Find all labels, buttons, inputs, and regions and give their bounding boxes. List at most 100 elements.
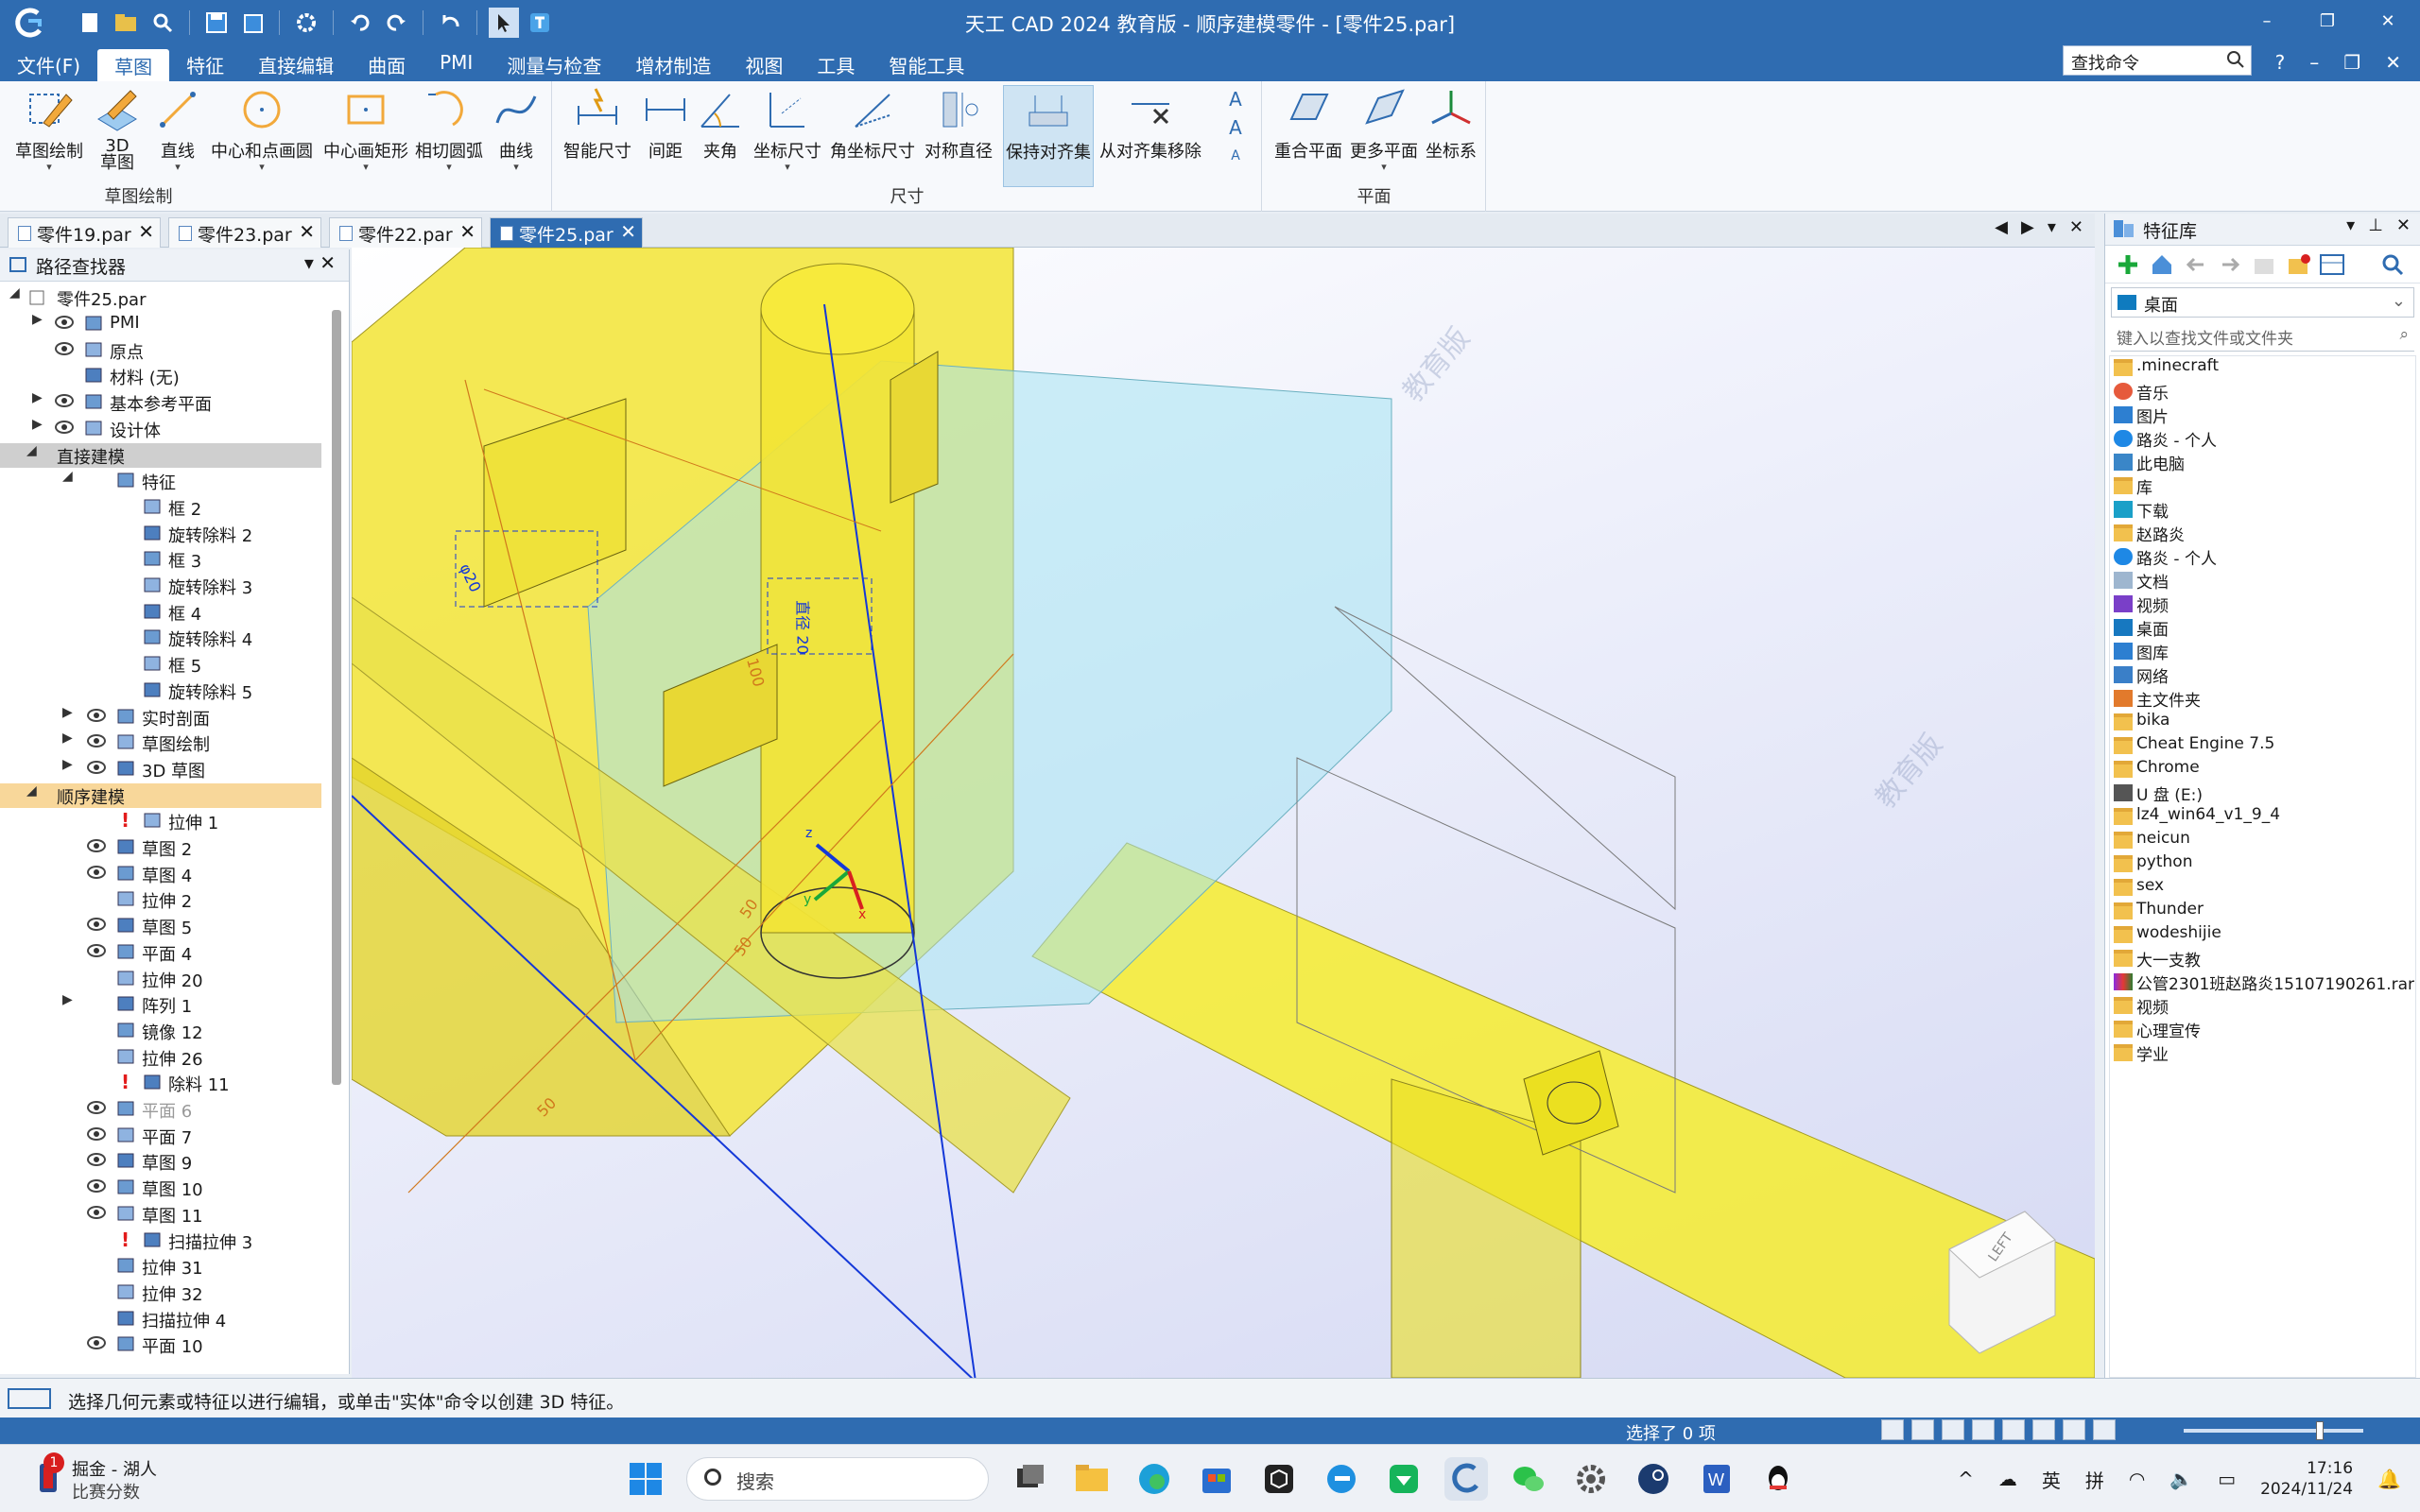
file-list-item[interactable]: 赵路炎 [2110,522,2415,545]
tree-item[interactable]: ! 除料 11 [0,1071,321,1095]
close-button[interactable]: ✕ [2375,8,2401,34]
tree-item[interactable]: 旋转除料 2 [0,522,321,546]
file-list-item[interactable]: 图片 [2110,404,2415,427]
doc-close-button[interactable]: ✕ [2385,51,2401,74]
pathfinder-scrollbar[interactable] [332,310,341,1085]
view-style-icon[interactable] [2032,1419,2055,1440]
3d-viewport[interactable]: φ20 直径 20 50 50 50 100 z y x 教育版 教育版 LEF… [352,248,2095,1378]
tree-item[interactable]: 拉伸 26 [0,1045,321,1070]
home-icon[interactable] [2149,251,2175,278]
view-rotate-icon[interactable] [2002,1419,2025,1440]
taskbar-search[interactable]: 搜索 [686,1457,989,1501]
file-list-item[interactable]: Chrome [2110,758,2415,782]
visibility-eye-icon[interactable] [87,708,106,722]
panel-close-icon[interactable]: ✕ [2396,215,2411,235]
close-tab-icon[interactable]: ✕ [459,220,475,243]
remove-from-alignment-set-button[interactable]: 从对齐集移除 [1098,85,1203,163]
file-list-item[interactable]: Cheat Engine 7.5 [2110,734,2415,758]
tab-pmi[interactable]: PMI [423,45,490,81]
text-style-small[interactable]: A [1219,142,1252,170]
curve-button[interactable]: 曲线 ▾ [488,85,544,172]
tree-item[interactable]: 拉伸 31 [0,1254,321,1279]
coordinate-system-button[interactable]: 坐标系 [1422,85,1480,163]
tree-item[interactable]: 框 4 [0,600,321,625]
panel-menu-icon[interactable]: ▾ [2346,215,2355,235]
menu-file[interactable]: 文件(F) [0,45,97,81]
epic-games-icon[interactable] [1257,1457,1301,1501]
center-rectangle-button[interactable]: 中心画矩形 ▾ [320,85,412,172]
file-list-item[interactable]: bika [2110,711,2415,734]
qq-icon[interactable] [1756,1457,1800,1501]
up-folder-icon[interactable] [2251,251,2277,278]
file-list-item[interactable]: 心理宣传 [2110,1018,2415,1041]
ime-pinyin[interactable]: 拼 [2085,1466,2104,1493]
back-arrow-icon[interactable] [2183,251,2209,278]
tree-item[interactable]: ▶ 设计体 [0,417,321,441]
coordinate-dimension-button[interactable]: 坐标尺寸 ▾ [750,85,825,172]
tree-item[interactable]: 镜像 12 [0,1019,321,1043]
visibility-eye-icon[interactable] [87,1153,106,1167]
angle-button[interactable]: 夹角 [695,85,746,163]
file-list-item[interactable]: 路炎 - 个人 [2110,427,2415,451]
visibility-eye-icon[interactable] [87,1336,106,1350]
visibility-eye-icon[interactable] [55,341,74,355]
doc-tab-part23[interactable]: 零件23.par ✕ [168,217,321,248]
doc-tab-part19[interactable]: 零件19.par ✕ [8,217,161,248]
tab-next-button[interactable]: ▶ [2021,217,2034,237]
word-icon[interactable]: W [1694,1457,1737,1501]
new-folder-icon[interactable] [2285,251,2311,278]
tree-item[interactable]: ▶ 基本参考平面 [0,390,321,415]
doc-tab-part25[interactable]: 零件25.par ✕ [490,217,643,248]
expand-toggle-icon[interactable]: ▶ [62,992,73,1007]
text-style-medium[interactable]: A [1219,113,1252,142]
file-list-item[interactable]: 视频 [2110,593,2415,616]
visibility-eye-icon[interactable] [87,1205,106,1219]
visibility-eye-icon[interactable] [87,734,106,748]
battery-icon[interactable]: ▭ [2218,1468,2236,1490]
file-list-item[interactable]: 音乐 [2110,380,2415,404]
steam-icon[interactable] [1632,1457,1675,1501]
file-list-item[interactable]: .minecraft [2110,356,2415,380]
view-shade-icon[interactable] [2063,1419,2085,1440]
wifi-icon[interactable]: ◠ [2129,1468,2145,1490]
tab-list-button[interactable]: ▾ [2048,217,2056,237]
file-list-item[interactable]: 此电脑 [2110,451,2415,474]
tab-smart-tools[interactable]: 智能工具 [872,45,981,81]
visibility-eye-icon[interactable] [87,760,106,774]
model-canvas[interactable] [352,248,2095,1378]
expand-toggle-icon[interactable]: ▶ [32,417,43,432]
tab-additive[interactable]: 增材制造 [618,45,728,81]
tree-item[interactable]: 平面 4 [0,940,321,965]
location-dropdown[interactable]: 桌面 ⌄ [2111,287,2414,318]
symmetric-diameter-button[interactable]: 对称直径 [922,85,995,163]
task-view-icon[interactable] [1008,1457,1051,1501]
tree-item[interactable]: 拉伸 32 [0,1280,321,1305]
angular-coordinate-button[interactable]: 角坐标尺寸 [827,85,918,163]
tree-item[interactable]: 旋转除料 5 [0,679,321,703]
tree-root[interactable]: ◢ 零件25.par [0,285,331,310]
view-fit-icon[interactable] [1881,1419,1904,1440]
file-list-item[interactable]: 学业 [2110,1041,2415,1065]
edge-browser-icon[interactable] [1132,1457,1176,1501]
tree-item[interactable]: 草图 5 [0,914,321,938]
file-list-item[interactable]: 桌面 [2110,616,2415,640]
store-icon[interactable] [1195,1457,1238,1501]
pathfinder-close-icon[interactable]: ▾ ✕ [304,251,336,274]
tab-view[interactable]: 视图 [728,45,800,81]
file-list-item[interactable]: Thunder [2110,900,2415,923]
ie-browser-icon[interactable] [1320,1457,1363,1501]
circle-center-point-button[interactable]: 中心和点画圆 ▾ [210,85,314,172]
file-list-item[interactable]: python [2110,852,2415,876]
tree-item[interactable]: 平面 6 [0,1097,321,1122]
tree-item[interactable]: 平面 10 [0,1332,321,1357]
visibility-eye-icon[interactable] [55,394,74,408]
expand-toggle-icon[interactable]: ▶ [32,312,43,327]
file-list-item[interactable]: 路炎 - 个人 [2110,545,2415,569]
minimize-button[interactable]: – [2254,8,2280,34]
tree-item[interactable]: 框 5 [0,652,321,677]
onedrive-icon[interactable]: ☁ [1998,1468,2017,1490]
view-zoom-icon[interactable] [1942,1419,1964,1440]
tab-tools[interactable]: 工具 [800,45,872,81]
visibility-eye-icon[interactable] [87,865,106,879]
tab-direct-edit[interactable]: 直接编辑 [241,45,351,81]
